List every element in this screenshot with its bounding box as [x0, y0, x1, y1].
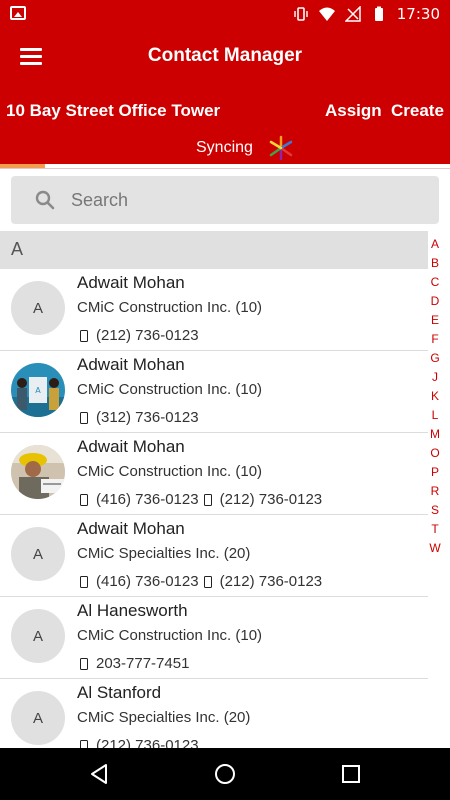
phone-number[interactable]: 203-777-7451 — [96, 655, 189, 672]
no-signal-icon — [344, 6, 361, 22]
phone-number[interactable]: (212) 736-0123 — [220, 573, 323, 590]
contact-name: Adwait Mohan — [77, 437, 185, 456]
avatar: A — [11, 691, 65, 745]
section-header: A — [0, 231, 428, 269]
contact-row[interactable]: A Al Stanford CMiC Specialties Inc. (20) (2… — [0, 679, 428, 748]
contact-name: Adwait Mohan — [77, 355, 185, 374]
avatar: A — [11, 363, 65, 417]
sync-progress-bar — [0, 164, 450, 169]
phone-icon — [203, 575, 212, 588]
page-title: Contact Manager — [147, 45, 303, 66]
contact-phones: (416) 736-0123 (212) 736-0123 — [77, 491, 324, 508]
index-letter[interactable]: E — [428, 311, 442, 330]
sync-status-label: Syncing — [196, 139, 253, 156]
contact-list[interactable]: A Adwait Mohan CMiC Construction Inc. (10)… — [0, 269, 428, 748]
phone-icon — [80, 575, 88, 588]
index-letter[interactable]: M — [428, 425, 442, 444]
avatar: A — [11, 281, 65, 335]
contact-company: CMiC Construction Inc. (10) — [77, 299, 263, 316]
svg-text:A: A — [35, 386, 41, 395]
index-letter[interactable]: P — [428, 463, 442, 482]
phone-icon — [80, 411, 88, 424]
project-bar: 10 Bay Street Office Tower Assign Create… — [0, 88, 450, 164]
contact-row[interactable]: Adwait Mohan CMiC Construction Inc. (10) (… — [0, 433, 428, 515]
contact-name: Adwait Mohan — [77, 273, 185, 292]
contact-phones: (212) 736-0123 — [77, 737, 201, 748]
alphabet-index[interactable]: ABCDEFGJKLMOPRSTW — [428, 235, 442, 558]
index-letter[interactable]: S — [428, 501, 442, 520]
contact-company: CMiC Specialties Inc. (20) — [77, 709, 251, 726]
contact-company: CMiC Construction Inc. (10) — [77, 463, 263, 480]
index-letter[interactable]: K — [428, 387, 442, 406]
search-icon — [35, 190, 55, 210]
phone-number[interactable]: (416) 736-0123 — [96, 573, 199, 590]
contact-name: Al Stanford — [77, 683, 162, 702]
phone-icon — [203, 493, 212, 506]
status-icons: 17:30 — [293, 4, 440, 24]
contact-phones: 203-777-7451 — [77, 655, 191, 672]
index-letter[interactable]: G — [428, 349, 442, 368]
create-button[interactable]: Create — [391, 101, 444, 121]
status-time: 17:30 — [396, 5, 440, 23]
phone-icon — [80, 657, 88, 670]
battery-icon — [374, 6, 383, 21]
index-letter[interactable]: R — [428, 482, 442, 501]
phone-number[interactable]: (212) 736-0123 — [96, 327, 199, 344]
index-letter[interactable]: F — [428, 330, 442, 349]
contact-row[interactable]: A Adwait Mohan CMiC Construction Inc. (10)… — [0, 351, 428, 433]
search-input[interactable] — [71, 185, 421, 215]
contact-company: CMiC Construction Inc. (10) — [77, 627, 263, 644]
status-bar: 17:30 — [0, 0, 450, 28]
home-icon[interactable] — [213, 762, 237, 786]
contact-name: Adwait Mohan — [77, 519, 185, 538]
phone-number[interactable]: (312) 736-0123 — [96, 409, 199, 426]
index-letter[interactable]: T — [428, 520, 442, 539]
back-icon[interactable] — [87, 762, 111, 786]
gallery-icon — [10, 6, 26, 20]
navigation-bar — [0, 748, 450, 800]
contact-phones: (416) 736-0123 (212) 736-0123 — [77, 573, 324, 590]
contact-row[interactable]: A Al Hanesworth CMiC Construction Inc. (10… — [0, 597, 428, 679]
contact-company: CMiC Specialties Inc. (20) — [77, 545, 251, 562]
contact-name: Al Hanesworth — [77, 601, 188, 620]
index-letter[interactable]: O — [428, 444, 442, 463]
contact-company: CMiC Construction Inc. (10) — [77, 381, 263, 398]
index-letter[interactable]: C — [428, 273, 442, 292]
phone-number[interactable]: (416) 736-0123 — [96, 491, 199, 508]
phone-number[interactable]: (212) 736-0123 — [220, 491, 323, 508]
wifi-icon — [318, 7, 335, 21]
index-letter[interactable]: D — [428, 292, 442, 311]
index-letter[interactable]: L — [428, 406, 442, 425]
sync-progress-fill — [0, 164, 45, 168]
search-box[interactable] — [11, 176, 439, 224]
phone-icon — [80, 329, 88, 342]
contact-phones: (212) 736-0123 — [77, 327, 201, 344]
phone-icon — [80, 739, 88, 748]
app-bar: Contact Manager — [0, 28, 450, 88]
index-letter[interactable]: J — [428, 368, 442, 387]
contact-phones: (312) 736-0123 — [77, 409, 201, 426]
phone-number[interactable]: (212) 736-0123 — [96, 737, 199, 748]
index-letter[interactable]: A — [428, 235, 442, 254]
recents-icon[interactable] — [339, 762, 363, 786]
index-letter[interactable]: B — [428, 254, 442, 273]
assign-button[interactable]: Assign — [325, 101, 382, 121]
phone-icon — [80, 493, 88, 506]
index-letter[interactable]: W — [428, 539, 442, 558]
avatar — [11, 445, 65, 499]
avatar: A — [11, 609, 65, 663]
project-name: 10 Bay Street Office Tower — [6, 101, 221, 120]
vibrate-icon — [294, 7, 308, 21]
avatar: A — [11, 527, 65, 581]
sync-spinner-icon — [269, 135, 293, 161]
contact-row[interactable]: A Adwait Mohan CMiC Specialties Inc. (20) (… — [0, 515, 428, 597]
contact-row[interactable]: A Adwait Mohan CMiC Construction Inc. (10)… — [0, 269, 428, 351]
